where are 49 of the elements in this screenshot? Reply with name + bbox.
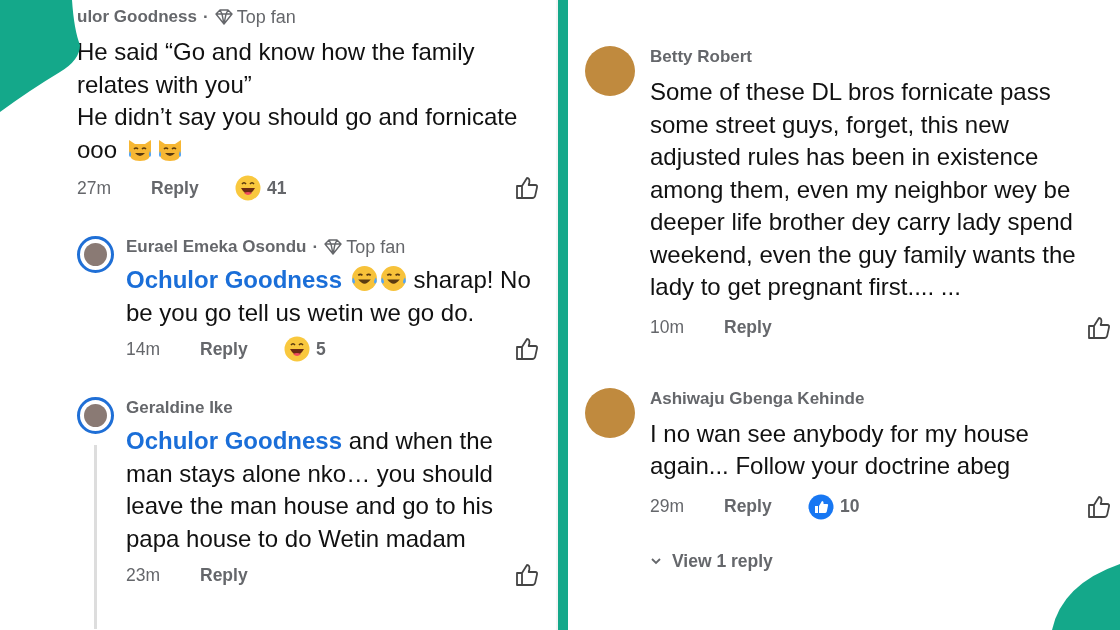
reply-link[interactable]: Reply — [724, 317, 808, 338]
reaction-count[interactable]: 10 — [840, 496, 860, 517]
comment-time: 23m — [126, 564, 162, 586]
avatar[interactable] — [77, 236, 114, 273]
like-icon[interactable] — [1086, 493, 1112, 520]
author-name[interactable]: Eurael Emeka Osondu — [126, 237, 307, 257]
like-icon[interactable] — [1086, 314, 1112, 341]
comment-time: 29m — [650, 496, 686, 517]
author-name[interactable]: Geraldine Ike — [126, 398, 233, 418]
mention-link[interactable]: Ochulor Goodness — [126, 266, 343, 293]
like-icon[interactable] — [514, 336, 540, 362]
reaction-count[interactable]: 5 — [316, 338, 326, 360]
comment-text: Some of these DL bros fornicate pass some street guys, forget, this new adjusted rules has been in existence among them, even my neighbor wey be deeper life brother dey carry lady spend weekend, even the guy family wants the lady to get pregnant first.... ... — [650, 77, 1077, 302]
laughing-tears-emoji-icon — [350, 265, 378, 292]
like-icon[interactable] — [514, 562, 540, 588]
comment-text: Ochulor Goodness sharap! No be you go tell us wetin we go do. — [126, 264, 532, 328]
reply-link[interactable]: Reply — [151, 177, 235, 199]
laughing-tears-emoji-icon — [379, 265, 407, 292]
thumbs-up-reaction-icon — [808, 493, 834, 520]
comment-text: Ochulor Goodness and when the man stays alone nko… you should leave the man house and go to his papa house to do Wetin madam — [126, 426, 494, 554]
avatar[interactable] — [77, 397, 114, 434]
comment-text: He said “Go and know how the family relates with you” He didn’t say you should go and fornicate ooo — [77, 37, 519, 165]
avatar[interactable] — [585, 46, 635, 96]
separator-dot: · — [312, 237, 319, 257]
comment-time: 27m — [77, 177, 113, 199]
mention-link[interactable]: Ochulor Goodness — [126, 427, 343, 454]
author-name[interactable]: ulor Goodness — [77, 7, 197, 27]
author-name[interactable]: Ashiwaju Gbenga Kehinde — [650, 388, 865, 409]
reply-link[interactable]: Reply — [200, 564, 284, 586]
chevron-down-icon — [650, 557, 662, 565]
laughing-face-icon — [235, 175, 261, 201]
badge-label: Top fan — [236, 6, 296, 28]
comment-time: 10m — [650, 317, 686, 338]
badge-label: Top fan — [346, 236, 406, 258]
reply-link[interactable]: Reply — [200, 338, 284, 360]
view-replies-label[interactable]: View 1 reply — [672, 550, 773, 572]
reaction-count[interactable]: 41 — [267, 177, 287, 199]
author-name[interactable]: Betty Robert — [650, 47, 752, 67]
diamond-icon — [214, 9, 233, 25]
view-replies-link[interactable]: View 1 reply — [650, 550, 1112, 572]
comment-text: I no wan see anybody for my house again... Follow your doctrine abeg — [650, 418, 1030, 481]
like-icon[interactable] — [514, 175, 540, 201]
laughing-face-icon — [284, 336, 310, 362]
comment-time: 14m — [126, 338, 162, 360]
avatar[interactable] — [585, 387, 635, 438]
decorative-corner-shape — [1052, 564, 1120, 630]
separator-dot: · — [202, 7, 209, 27]
diamond-icon — [324, 239, 343, 255]
reply-link[interactable]: Reply — [724, 496, 808, 517]
